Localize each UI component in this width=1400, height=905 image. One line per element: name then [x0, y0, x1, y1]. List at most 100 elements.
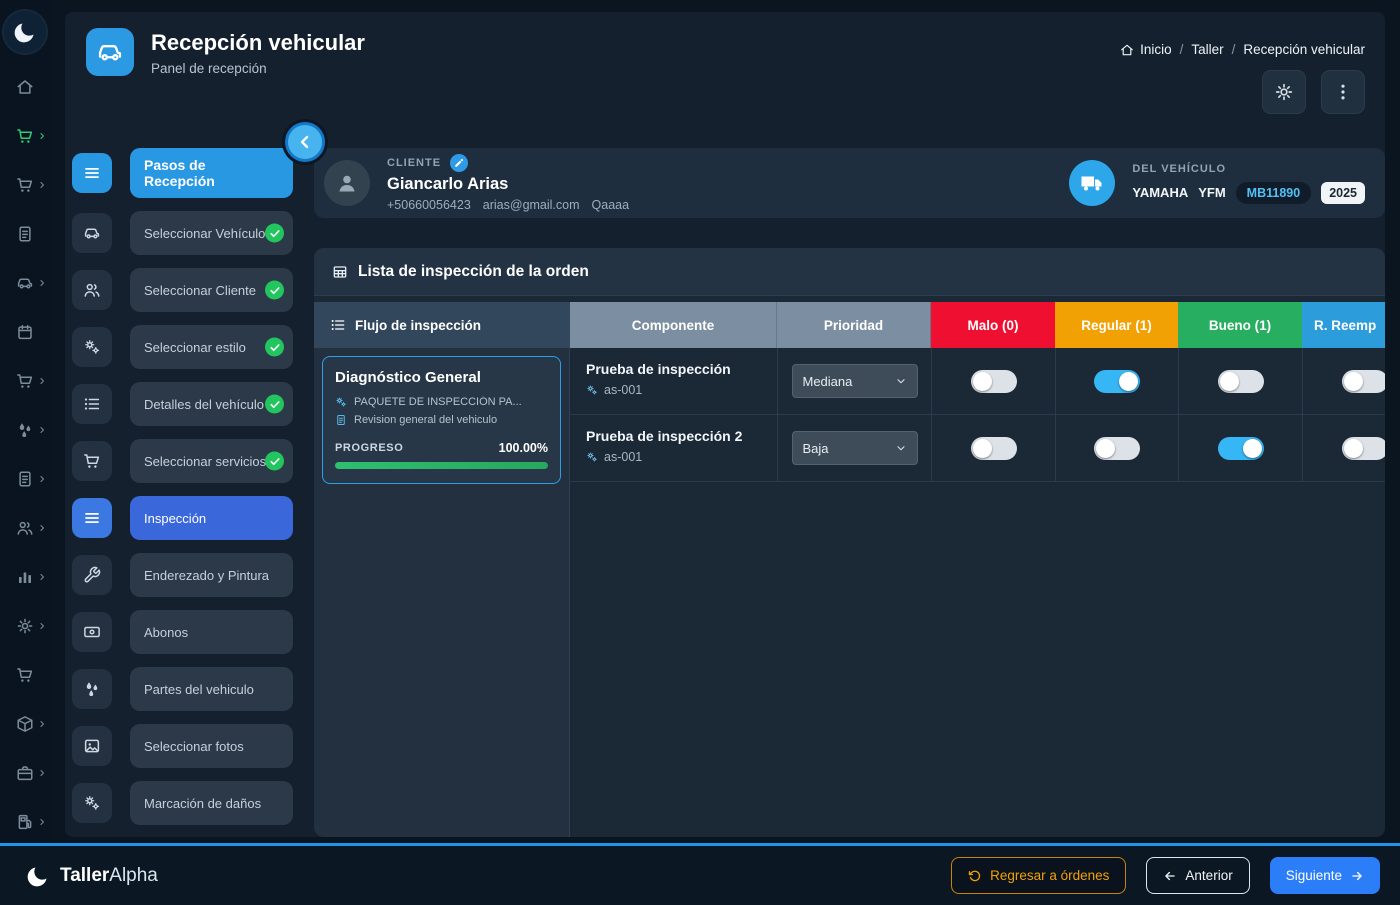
breadcrumb-taller[interactable]: Taller [1191, 42, 1223, 57]
cart-icon [16, 372, 34, 390]
toggle-malo[interactable] [971, 437, 1017, 460]
step-seleccionar-estilo[interactable]: Seleccionar estilo [130, 325, 293, 369]
column-header-priority: Prioridad [777, 302, 931, 348]
collapse-steps-button[interactable] [285, 122, 325, 162]
column-header-regular: Regular (1) [1055, 302, 1178, 348]
edit-client-button[interactable] [450, 154, 468, 172]
chevron-right-icon [37, 817, 47, 827]
breadcrumb-separator: / [1232, 42, 1236, 57]
reception-car-icon [86, 28, 134, 76]
step-seleccionar-cliente[interactable]: Seleccionar Cliente [130, 268, 293, 312]
rail-item-settings[interactable] [0, 616, 50, 635]
step-detalles-vehiculo[interactable]: Detalles del vehículo [130, 382, 293, 426]
paint-drops-icon [16, 421, 34, 439]
step-marcacion-danos[interactable]: Marcación de daños [130, 781, 293, 825]
back-to-orders-button[interactable]: Regresar a órdenes [951, 857, 1126, 894]
chevron-right-icon [37, 425, 47, 435]
check-icon [265, 338, 284, 357]
gears-icon [335, 396, 347, 408]
toggle-regular[interactable] [1094, 370, 1140, 393]
inspection-title: Lista de inspección de la orden [358, 263, 589, 281]
component-name: Prueba de inspección [586, 361, 761, 377]
rail-item-paint[interactable] [0, 420, 50, 439]
priority-cell: Mediana [777, 348, 931, 415]
rail-item-vehicles[interactable] [0, 273, 50, 292]
rail-item-inventory[interactable] [0, 714, 50, 733]
chevron-right-icon [37, 180, 47, 190]
rail-item-store[interactable] [0, 665, 50, 684]
step-seleccionar-fotos[interactable]: Seleccionar fotos [130, 724, 293, 768]
step-enderezado-pintura[interactable]: Enderezado y Pintura [130, 553, 293, 597]
vehicle-brand: YAMAHA [1132, 185, 1188, 200]
undo-icon [968, 869, 982, 883]
rail-item-reports[interactable] [0, 469, 50, 488]
toggle-regular[interactable] [1094, 437, 1140, 460]
arrow-left-icon [1163, 869, 1177, 883]
cart-icon [72, 441, 112, 481]
next-button[interactable]: Siguiente [1270, 857, 1380, 894]
previous-button[interactable]: Anterior [1146, 857, 1249, 894]
rail-item-fuel[interactable] [0, 812, 50, 831]
paint-drops-icon [72, 669, 112, 709]
step-seleccionar-servicios[interactable]: Seleccionar servicios [130, 439, 293, 483]
vehicle-section-label: DEL VEHÍCULO [1132, 163, 1365, 175]
component-name: Prueba de inspección 2 [586, 428, 761, 444]
client-vehicle-card: CLIENTE Giancarlo Arias +50660056423 ari… [314, 148, 1385, 218]
toggle-reemplazo[interactable] [1342, 437, 1386, 460]
client-phone: +50660056423 [387, 198, 471, 212]
settings-button[interactable] [1262, 70, 1306, 114]
brand-name: TallerAlpha [60, 865, 158, 887]
footer-bar: TallerAlpha Regresar a órdenes Anterior … [0, 843, 1400, 905]
malo-cell [931, 348, 1055, 415]
column-header-component: Componente [570, 302, 777, 348]
inspection-flow-panel: Diagnóstico General PAQUETE DE INSPECCIÓ… [314, 348, 570, 837]
list-icon [330, 317, 346, 333]
column-header-reemplazo: R. Reemp [1302, 302, 1385, 348]
rail-item-work[interactable] [0, 763, 50, 782]
table-empty-area [570, 482, 1385, 837]
arrow-right-icon [1350, 869, 1364, 883]
toggle-bueno[interactable] [1218, 437, 1264, 460]
toggle-malo[interactable] [971, 370, 1017, 393]
gear-icon [16, 617, 34, 635]
chevron-right-icon [37, 474, 47, 484]
flow-card-title: Diagnóstico General [335, 369, 548, 386]
step-abonos[interactable]: Abonos [130, 610, 293, 654]
rail-item-orders[interactable] [0, 371, 50, 390]
chevron-right-icon [37, 768, 47, 778]
flow-diagnostico-card[interactable]: Diagnóstico General PAQUETE DE INSPECCIÓ… [322, 356, 561, 484]
toggle-reemplazo[interactable] [1342, 370, 1386, 393]
vehicle-plate-badge: MB11890 [1236, 182, 1312, 204]
inspection-table[interactable]: Flujo de inspección Componente Prioridad… [314, 296, 1385, 837]
more-options-button[interactable] [1321, 70, 1365, 114]
money-icon [72, 612, 112, 652]
rail-item-stats[interactable] [0, 567, 50, 586]
step-inspeccion[interactable]: Inspección [130, 496, 293, 540]
cart-icon [16, 127, 34, 145]
breadcrumb-home[interactable]: Inicio [1120, 42, 1172, 57]
rail-item-home[interactable] [0, 77, 50, 96]
priority-select[interactable]: Baja [792, 431, 918, 465]
cart-icon [16, 176, 34, 194]
page-header: Recepción vehicular Panel de recepción I… [65, 12, 1385, 120]
client-name: Giancarlo Arias [387, 175, 629, 194]
steps-header-button[interactable]: Pasos de Recepción [130, 148, 293, 198]
toggle-bueno[interactable] [1218, 370, 1264, 393]
rail-item-purchases[interactable] [0, 175, 50, 194]
step-partes-vehiculo[interactable]: Partes del vehiculo [130, 667, 293, 711]
rail-item-documents[interactable] [0, 224, 50, 243]
priority-value: Baja [803, 441, 829, 456]
app-logo[interactable] [4, 11, 46, 53]
vehicle-model: YFM [1198, 185, 1225, 200]
rail-item-calendar[interactable] [0, 322, 50, 341]
step-seleccionar-vehiculo[interactable]: Seleccionar Vehículo [130, 211, 293, 255]
priority-select[interactable]: Mediana [792, 364, 918, 398]
rail-item-sales[interactable] [0, 126, 50, 145]
chevron-down-icon [895, 442, 907, 454]
chevron-right-icon [37, 376, 47, 386]
menu-icon [72, 498, 112, 538]
rail-item-clients[interactable] [0, 518, 50, 537]
component-code: as-001 [604, 383, 642, 397]
inspection-card: Lista de inspección de la orden Flujo de… [314, 248, 1385, 837]
wrench-icon [72, 555, 112, 595]
